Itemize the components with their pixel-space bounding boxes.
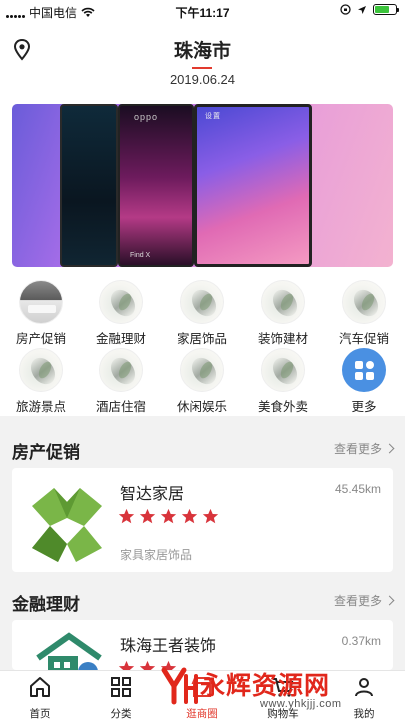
tab-home[interactable]: 首页	[10, 675, 70, 720]
shop-name: 智达家居	[120, 486, 185, 503]
banner-phone-1	[60, 104, 118, 267]
category-item[interactable]: 酒店住宿	[86, 348, 156, 415]
rating-stars	[118, 660, 177, 670]
grid-more-icon	[342, 348, 386, 392]
status-bar: 中国电信 下午11:17	[0, 0, 405, 22]
category-item[interactable]: 美食外卖	[248, 348, 318, 415]
banner-carousel[interactable]: oppo Find X 设置	[12, 104, 393, 267]
battery-icon	[373, 4, 399, 15]
ink-painting-icon	[180, 348, 224, 392]
category-label: 酒店住宿	[95, 400, 146, 414]
category-grid: 房产促销 金融理财 家居饰品 装饰建材 汽车促销 旅游景点 酒店住宿 休闲娱乐 …	[0, 278, 405, 416]
banner-phone-3: 设置	[194, 104, 312, 267]
ink-painting-icon	[261, 348, 305, 392]
shop-card[interactable]: 智达家居 45.45km 家具家居饰品	[12, 468, 393, 572]
star-icon	[202, 508, 219, 524]
user-icon	[355, 678, 373, 697]
category-item[interactable]: 休闲娱乐	[167, 348, 237, 415]
chevron-right-icon	[384, 443, 395, 454]
category-label: 美食外卖	[257, 400, 308, 414]
title-underline	[192, 67, 212, 69]
chevron-right-icon	[384, 595, 395, 606]
category-item[interactable]: 旅游景点	[6, 348, 76, 415]
category-label: 装饰建材	[257, 332, 308, 346]
ink-painting-icon	[99, 280, 143, 324]
category-label: 旅游景点	[15, 400, 66, 414]
tab-label: 购物车	[267, 708, 299, 720]
category-item[interactable]: 金融理财	[86, 280, 156, 347]
ink-painting-icon	[342, 280, 386, 324]
shop-tag: 家具家居饰品	[120, 548, 193, 562]
category-label: 房产促销	[15, 332, 66, 346]
category-item[interactable]: 家居饰品	[167, 280, 237, 347]
shop-distance: 45.45km	[334, 482, 381, 496]
page-title: 珠海市	[173, 41, 231, 62]
home-icon	[30, 677, 50, 697]
category-label: 休闲娱乐	[176, 400, 227, 414]
rating-stars	[118, 508, 219, 525]
banner-model: Find X	[130, 252, 151, 259]
ink-painting-icon	[261, 280, 305, 324]
banner-phone-2: oppo Find X	[118, 104, 194, 267]
header-date: 2019.06.24	[169, 72, 236, 87]
category-label: 金融理财	[95, 332, 146, 346]
star-icon	[181, 508, 198, 524]
section-header: 房产促销 查看更多	[0, 426, 405, 468]
ink-painting-icon	[19, 348, 63, 392]
view-more-link[interactable]: 查看更多	[333, 440, 395, 457]
category-label: 家居饰品	[176, 332, 227, 346]
shop-card[interactable]: 珠海王者装饰 0.37km	[12, 620, 393, 670]
star-icon	[139, 508, 156, 524]
banner-section: oppo Find X 设置	[0, 94, 405, 278]
section-title: 房产促销	[12, 443, 80, 462]
tab-label: 首页	[29, 708, 51, 720]
star-icon	[160, 660, 177, 670]
shop-distance: 0.37km	[341, 634, 381, 648]
category-item[interactable]: 装饰建材	[248, 280, 318, 347]
category-grid-icon	[111, 677, 131, 697]
view-more-label: 查看更多	[333, 442, 382, 456]
star-icon	[118, 660, 135, 670]
category-label: 更多	[351, 400, 377, 414]
bottom-tab-bar: 首页 分类 逛商圈 购物车 我的	[0, 670, 405, 720]
house-book-icon	[19, 280, 63, 324]
tab-shop[interactable]: 逛商圈	[172, 675, 232, 720]
ink-painting-icon	[180, 280, 224, 324]
tab-label: 我的	[353, 708, 375, 720]
shop-logo-icon	[32, 488, 102, 562]
star-icon	[118, 508, 135, 524]
section-header: 金融理财 查看更多	[0, 578, 405, 620]
location-arrow-icon	[358, 5, 366, 14]
star-icon	[139, 660, 156, 670]
ink-painting-icon	[99, 348, 143, 392]
shop-name: 珠海王者装饰	[120, 638, 217, 655]
more-categories-button[interactable]: 更多	[329, 348, 399, 415]
section-title: 金融理财	[12, 595, 80, 614]
status-right	[340, 4, 399, 15]
tab-cart[interactable]: 购物车	[253, 675, 313, 720]
tab-category[interactable]: 分类	[91, 675, 151, 720]
cart-icon	[273, 678, 294, 697]
category-label: 汽车促销	[338, 332, 389, 346]
category-item[interactable]: 汽车促销	[329, 280, 399, 347]
category-item[interactable]: 房产促销	[6, 280, 76, 347]
banner-screen-label: 设置	[205, 113, 221, 120]
shop-logo-icon	[36, 632, 102, 670]
rotation-lock-icon	[340, 4, 351, 15]
banner-brand: oppo	[134, 112, 159, 122]
view-more-label: 查看更多	[333, 594, 382, 608]
tab-label: 逛商圈	[186, 708, 218, 720]
tab-mine[interactable]: 我的	[334, 675, 394, 720]
star-icon	[160, 508, 177, 524]
tab-label: 分类	[110, 708, 132, 720]
header: 珠海市 2019.06.24	[0, 22, 405, 94]
view-more-link[interactable]: 查看更多	[333, 592, 395, 609]
shop-icon	[191, 677, 213, 697]
